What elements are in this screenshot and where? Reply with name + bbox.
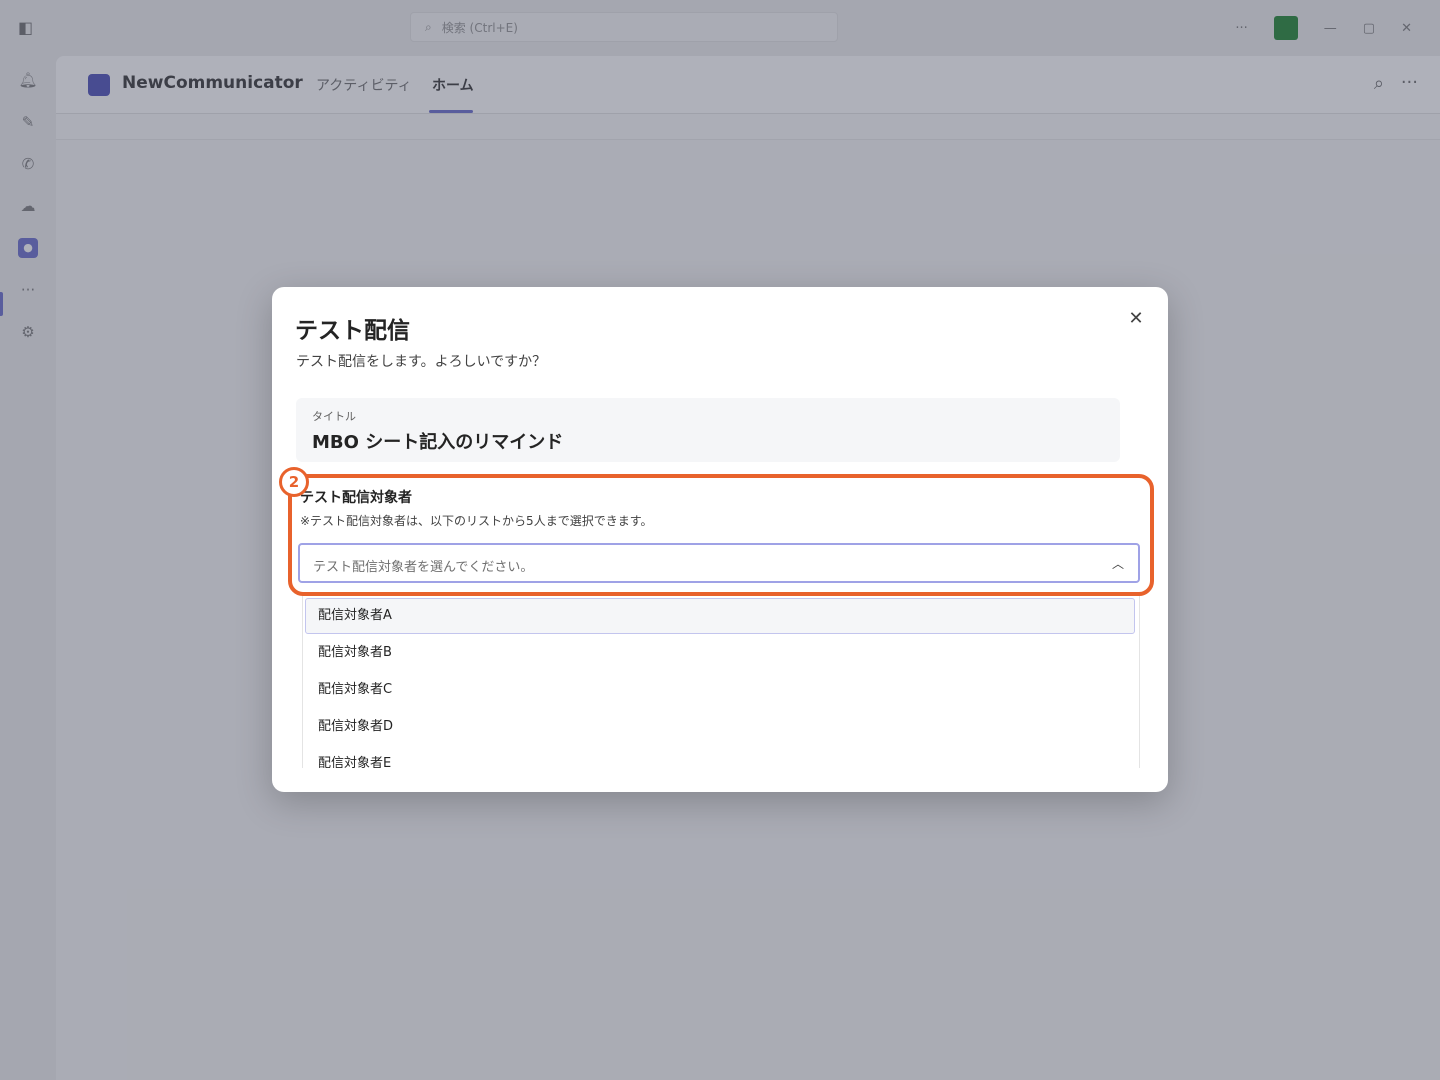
title-field: タイトル MBO シート記入のリマインド [296, 398, 1120, 462]
recipient-option[interactable]: 配信対象者A [305, 598, 1135, 634]
recipient-option[interactable]: 配信対象者C [305, 672, 1135, 708]
dialog-title: テスト配信 [295, 318, 410, 344]
recipient-option[interactable]: 配信対象者D [305, 709, 1135, 745]
recipient-option[interactable]: 配信対象者E [305, 746, 1135, 768]
dialog-description: テスト配信をします。よろしいですか？ [296, 354, 547, 370]
recipients-dropdown-list: 配信対象者A 配信対象者B 配信対象者C 配信対象者D 配信対象者E [302, 594, 1140, 768]
close-icon[interactable]: ✕ [1124, 307, 1148, 331]
title-field-value: MBO シート記入のリマインド [312, 432, 564, 453]
recipient-option[interactable]: 配信対象者B [305, 635, 1135, 671]
title-field-label: タイトル [312, 410, 356, 423]
annotation-step-number: 2 [279, 467, 309, 497]
annotation-highlight-box [288, 474, 1154, 596]
